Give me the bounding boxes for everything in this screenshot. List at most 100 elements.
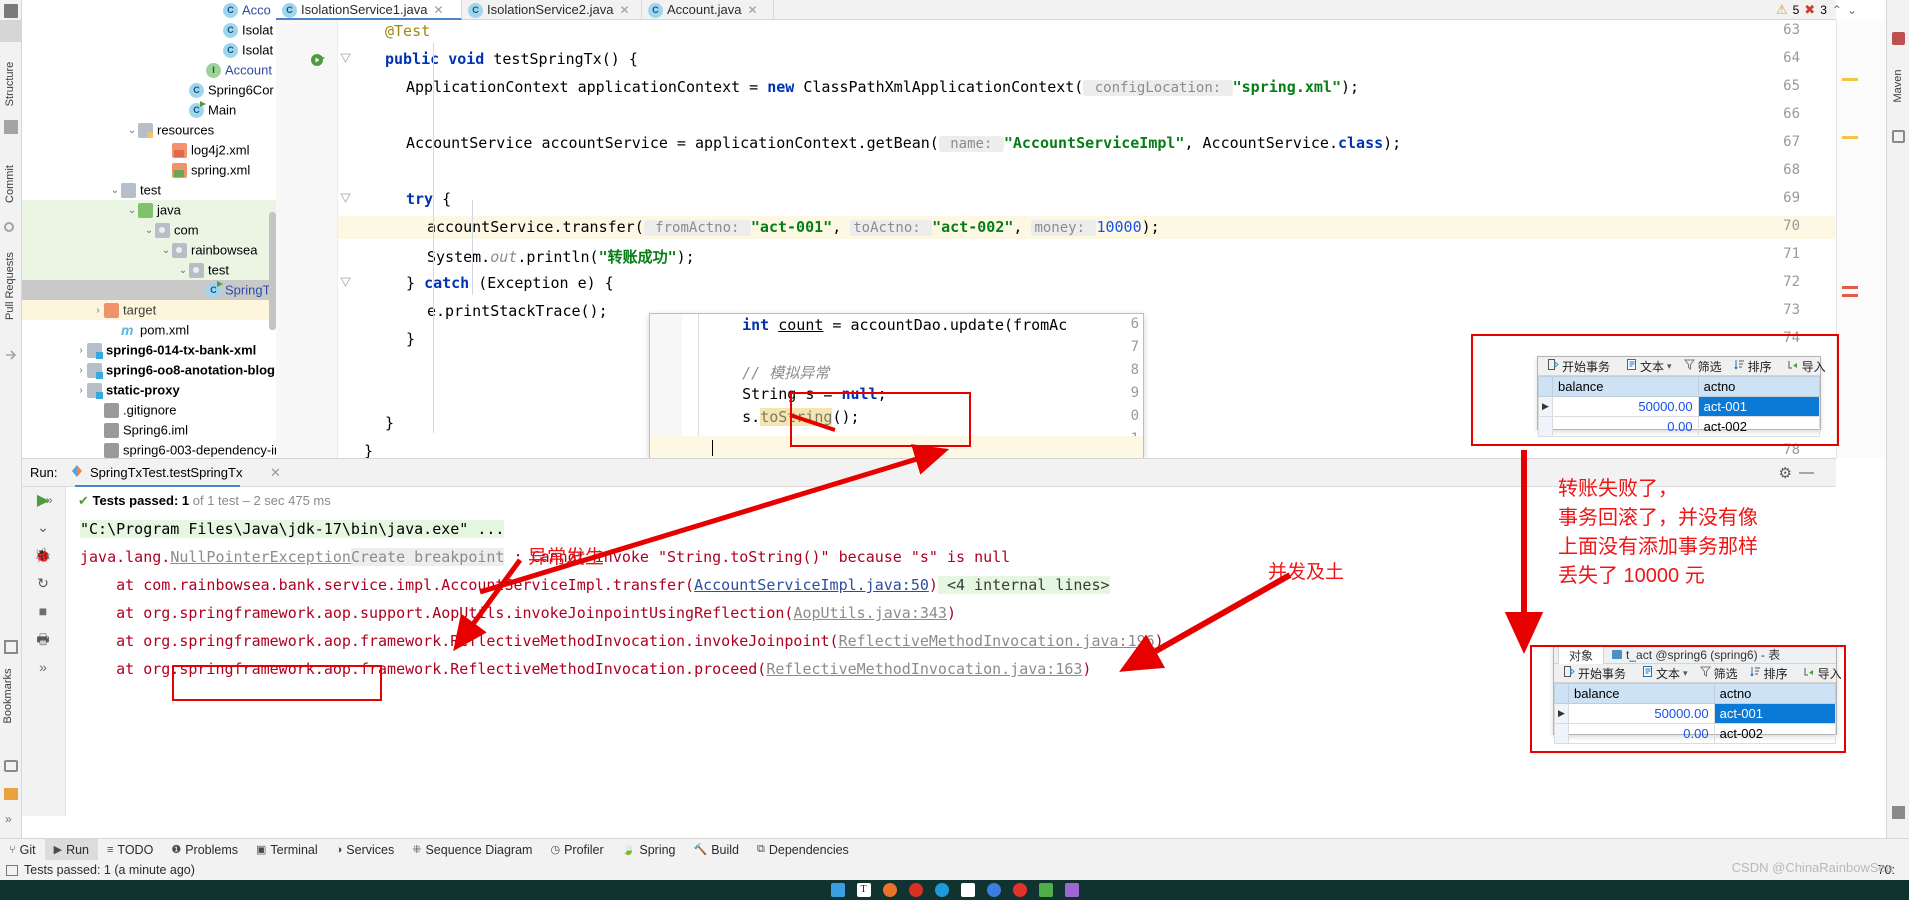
- stacktrace-link[interactable]: ReflectiveMethodInvocation.java:163: [766, 660, 1082, 678]
- wps-icon[interactable]: [960, 883, 975, 897]
- editor-tab-isolationservice1[interactable]: C IsolationService1.java ✕: [276, 0, 462, 20]
- tree-item-log4j2-xml[interactable]: log4j2.xml: [22, 140, 276, 160]
- tree-vertical-scrollbar[interactable]: [269, 212, 276, 330]
- sidebar-item-pull-requests[interactable]: Pull Requests: [4, 231, 16, 341]
- tree-item-isolat[interactable]: C Isolat: [22, 40, 276, 60]
- chrome-icon[interactable]: [908, 883, 923, 897]
- code-line[interactable]: } catch (Exception e) {: [406, 274, 614, 292]
- tree-expand-arrow[interactable]: ›: [75, 361, 87, 381]
- code-fold-marker[interactable]: [338, 53, 352, 67]
- stacktrace-link[interactable]: AopUtils.java:343: [793, 604, 947, 622]
- stop-button[interactable]: ■: [33, 601, 53, 621]
- taskview-icon[interactable]: [830, 883, 845, 897]
- code-line[interactable]: System.out.println("转账成功");: [427, 246, 695, 267]
- sidebar-item-bookmarks[interactable]: Bookmarks: [2, 656, 14, 736]
- code-fold-marker[interactable]: [338, 277, 352, 291]
- exception-class-link[interactable]: NullPointerException: [170, 548, 351, 566]
- firefox-icon[interactable]: [882, 883, 897, 897]
- close-tab-icon[interactable]: ✕: [433, 3, 443, 17]
- editor-tab-account[interactable]: C Account.java ✕: [642, 0, 774, 20]
- code-line[interactable]: ApplicationContext applicationContext = …: [406, 78, 1359, 96]
- idea-icon[interactable]: [1064, 883, 1079, 897]
- tree-item-spring-xml[interactable]: spring.xml: [22, 160, 276, 180]
- stacktrace-link[interactable]: AccountServiceImpl.java:50: [694, 576, 929, 594]
- console-line[interactable]: at org.springframework.aop.framework.Ref…: [80, 632, 1164, 650]
- tree-expand-arrow[interactable]: ⌄: [109, 181, 121, 201]
- tree-expand-arrow[interactable]: ⌄: [143, 221, 155, 241]
- camera-icon[interactable]: [4, 760, 18, 772]
- tree-item-account[interactable]: I Account: [22, 60, 276, 80]
- tree-item-target[interactable]: › target: [22, 300, 276, 320]
- stacktrace-collapsed[interactable]: <4 internal lines>: [937, 576, 1110, 594]
- tree-item-spring6-014-tx-bank-xml[interactable]: › spring6-014-tx-bank-xml: [22, 340, 276, 360]
- bottom-tab-terminal[interactable]: ▣ Terminal: [247, 839, 327, 861]
- tree-item-spring6-iml[interactable]: Spring6.iml: [22, 420, 276, 440]
- bottom-tab-dependencies[interactable]: ⧉ Dependencies: [748, 839, 858, 861]
- tree-expand-arrow[interactable]: ›: [92, 301, 104, 321]
- run-config-name[interactable]: SpringTxTest.testSpringTx: [90, 465, 242, 480]
- debug-button[interactable]: 🐞: [33, 545, 53, 565]
- bottom-tab-build[interactable]: 🔨 Build: [685, 839, 749, 861]
- bottom-tab-spring[interactable]: 🍃 Spring: [613, 839, 685, 861]
- tree-expand-arrow[interactable]: ⌄: [126, 121, 138, 141]
- code-line[interactable]: }: [364, 442, 373, 458]
- edge-icon[interactable]: [934, 883, 949, 897]
- typora-icon[interactable]: T: [856, 883, 871, 897]
- code-line[interactable]: try {: [406, 190, 451, 208]
- rerun-failed-button[interactable]: ↻: [33, 573, 53, 593]
- chevron-up-icon[interactable]: ⌃: [1832, 3, 1842, 17]
- code-line[interactable]: }: [385, 414, 394, 432]
- tree-expand-arrow[interactable]: ⌄: [160, 241, 172, 261]
- bottom-tab-git[interactable]: ⑂ Git: [0, 839, 45, 861]
- editor-tab-bar[interactable]: C IsolationService1.java ✕ C IsolationServic…: [276, 0, 1836, 20]
- code-line[interactable]: @Test: [385, 22, 430, 40]
- bottom-tab-run[interactable]: ▶ Run: [44, 838, 98, 861]
- minimize-icon[interactable]: —: [1799, 464, 1814, 481]
- code-line[interactable]: AccountService accountService = applicat…: [406, 134, 1401, 152]
- bottom-tab-services[interactable]: ◑ Services: [327, 839, 404, 861]
- console-line[interactable]: at com.rainbowsea.bank.service.impl.Acco…: [80, 576, 1110, 594]
- code-fold-marker[interactable]: [338, 193, 352, 207]
- tree-item-main[interactable]: C Main: [22, 100, 276, 120]
- editor-right-gutter[interactable]: [1836, 20, 1886, 458]
- console-expander-icon[interactable]: »: [46, 493, 53, 507]
- bottom-tool-window-bar[interactable]: ⑂ Git ▶ Run ≡ TODO ❶ Problems ▣ Terminal ◑ Services…: [0, 838, 1909, 861]
- close-run-tab-icon[interactable]: ✕: [270, 465, 281, 481]
- inspection-widget[interactable]: ⚠ 5 ✖ 3 ⌃ ⌄: [1776, 2, 1857, 18]
- tree-item-acco[interactable]: C Acco: [22, 0, 276, 20]
- editor-gutter[interactable]: [276, 20, 338, 458]
- stacktrace-link[interactable]: ReflectiveMethodInvocation.java:196: [839, 632, 1155, 650]
- close-tab-icon[interactable]: ✕: [619, 3, 629, 17]
- sidebar-item-commit[interactable]: Commit: [4, 152, 16, 216]
- more-tools-icon[interactable]: »: [5, 812, 12, 826]
- console-line[interactable]: at org.springframework.aop.support.AopUt…: [80, 604, 956, 622]
- tree-item-com[interactable]: ⌄ com: [22, 220, 276, 240]
- console-line[interactable]: "C:\Program Files\Java\jdk-17\bin\java.e…: [80, 520, 505, 538]
- db-icon[interactable]: [1892, 806, 1905, 819]
- bottom-tab-profiler[interactable]: ◷ Profiler: [541, 839, 612, 861]
- console-side-toolbar[interactable]: ▶ ⌄ 🐞 ↻ ■ 🖶 »: [22, 487, 66, 816]
- tree-item-gitignore[interactable]: .gitignore: [22, 400, 276, 420]
- bookmarks-icon[interactable]: [4, 640, 18, 654]
- create-breakpoint-hint[interactable]: Create breakpoint: [350, 548, 505, 566]
- navicat-icon[interactable]: [986, 883, 1001, 897]
- settings-gear-icon[interactable]: ⚙: [1779, 464, 1792, 482]
- bottom-tab-problems[interactable]: ❶ Problems: [162, 839, 247, 861]
- tree-expand-arrow[interactable]: ›: [75, 381, 87, 401]
- print-button[interactable]: 🖶: [33, 629, 53, 649]
- code-line[interactable]: accountService.transfer( fromActno: "act…: [427, 218, 1160, 236]
- bottom-tab-sequence-diagram[interactable]: ⁜ Sequence Diagram: [403, 839, 541, 861]
- tree-item-spring6-003-dependency-injectio[interactable]: spring6-003-dependency-injectio: [22, 440, 276, 458]
- tree-item-test[interactable]: ⌄ test: [22, 180, 276, 200]
- tree-item-pom-xml[interactable]: m pom.xml: [22, 320, 276, 340]
- bottom-tab-todo[interactable]: ≡ TODO: [98, 839, 162, 861]
- tree-expand-arrow[interactable]: ⌄: [126, 201, 138, 221]
- sidebar-item-structure[interactable]: Structure: [4, 52, 16, 116]
- project-icon[interactable]: [4, 4, 18, 18]
- tree-expand-arrow[interactable]: ›: [75, 341, 87, 361]
- run-test-gutter-icon[interactable]: [310, 52, 326, 68]
- tree-item-static-proxy[interactable]: › static-proxy: [22, 380, 276, 400]
- wechat-icon[interactable]: [1038, 883, 1053, 897]
- tree-item-rainbowsea[interactable]: ⌄ rainbowsea: [22, 240, 276, 260]
- expand-collapse-button[interactable]: ⌄: [33, 517, 53, 537]
